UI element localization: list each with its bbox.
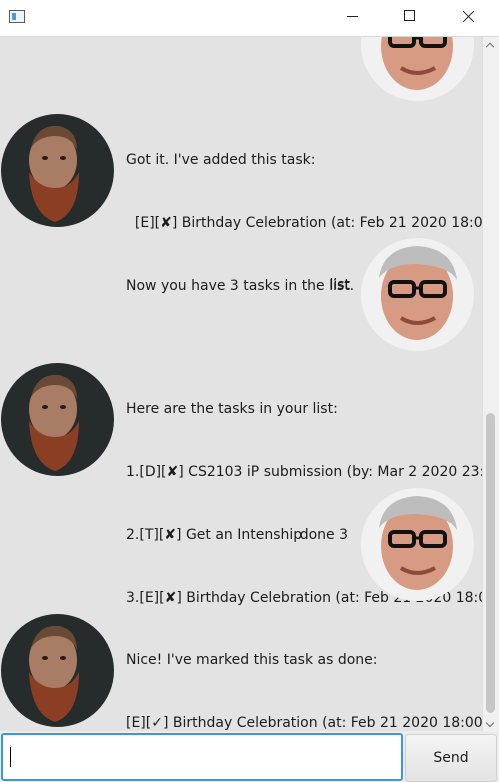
send-button[interactable]: Send (405, 734, 497, 782)
maximize-icon[interactable] (387, 0, 433, 34)
scroll-down-icon[interactable] (487, 720, 495, 728)
input-bar: Send (0, 731, 499, 782)
message-line: [E][✘] Birthday Celebration (at: Feb 21 … (126, 215, 482, 231)
message-line: 1.[D][✘] CS2103 iP submission (by: Mar 2… (126, 464, 482, 480)
text-caret (10, 747, 11, 767)
message-line: Here are the tasks in your list: (126, 401, 338, 417)
bot-avatar (1, 114, 114, 227)
message-line: done 3 (299, 527, 348, 543)
title-bar (0, 0, 499, 37)
minimize-icon[interactable] (329, 0, 375, 34)
bot-message: Nice! I've marked this task as done: [E]… (126, 608, 482, 731)
message-line: Got it. I've added this task: (126, 152, 316, 168)
vertical-scrollbar[interactable] (482, 37, 499, 731)
message-line: list (329, 277, 350, 293)
message-input[interactable] (1, 733, 403, 781)
user-avatar (361, 238, 474, 351)
user-avatar (361, 488, 474, 601)
scroll-up-icon[interactable] (487, 40, 495, 48)
window-app-icon (9, 10, 25, 23)
scroll-thumb[interactable] (486, 413, 495, 713)
message-line: [E][✓] Birthday Celebration (at: Feb 21 … (126, 715, 482, 731)
user-message: done 3 (300, 483, 348, 588)
user-avatar (361, 37, 474, 101)
user-message: list (329, 233, 350, 338)
message-line: Nice! I've marked this task as done: (126, 652, 378, 668)
bot-avatar (1, 363, 114, 476)
bot-avatar (1, 614, 114, 727)
dialog-container[interactable]: Got it. I've added this task: [E][✘] Bir… (0, 37, 482, 731)
close-icon[interactable] (445, 0, 491, 34)
